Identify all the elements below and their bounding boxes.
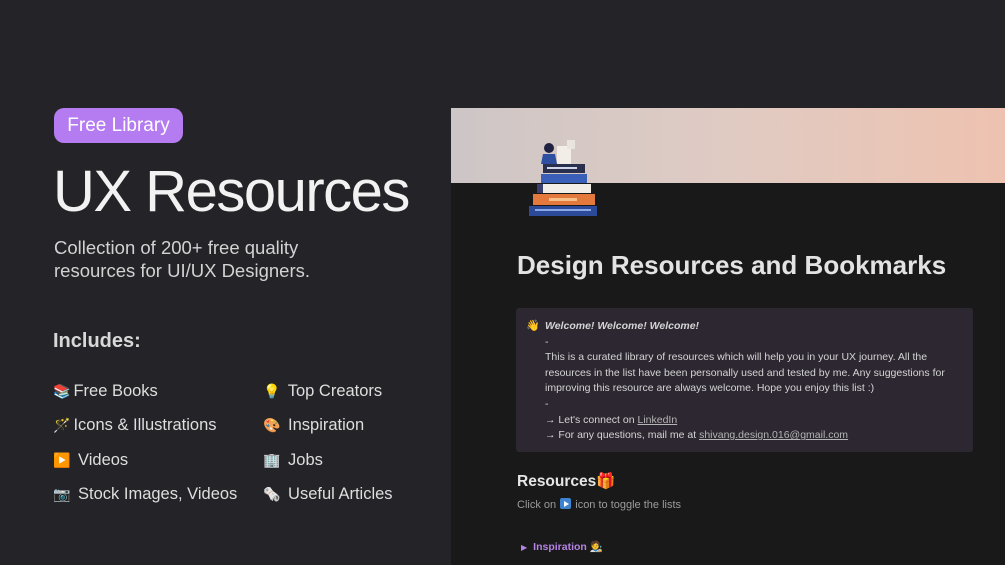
- free-library-badge: Free Library: [54, 108, 183, 143]
- gift-icon: 🎁: [596, 473, 616, 490]
- mail-prefix: → For any questions, mail me at: [545, 429, 700, 442]
- notion-page-preview: Design Resources and Bookmarks 👋 Welcome…: [451, 108, 1005, 565]
- callout-body-text: This is a curated library of resources w…: [545, 351, 945, 395]
- includes-item-label: Icons & Illustrations: [73, 416, 217, 434]
- includes-item: 🪄 Icons & Illustrations: [53, 416, 217, 435]
- welcome-callout: 👋 Welcome! Welcome! Welcome! - This is a…: [516, 308, 973, 452]
- includes-item: 🗞️ Useful Articles: [263, 485, 393, 504]
- page-title: Design Resources and Bookmarks: [517, 250, 947, 280]
- resources-heading-label: Resources: [517, 473, 597, 490]
- includes-item-label: Videos: [73, 451, 129, 469]
- toggle-label: Inspiration: [533, 541, 587, 553]
- hero-title: UX Resources: [53, 159, 410, 224]
- artist-icon: 🧑‍🎨: [589, 541, 603, 553]
- waving-hand-icon: 👋: [526, 320, 540, 332]
- linkedin-link[interactable]: LinkedIn: [637, 414, 677, 426]
- includes-item: 📚 Free Books: [53, 382, 158, 401]
- callout-text: Welcome! Welcome! Welcome! - This is a c…: [545, 319, 955, 444]
- includes-item-label: Top Creators: [283, 382, 383, 400]
- welcome-line: Welcome! Welcome! Welcome!: [545, 320, 700, 332]
- includes-item: 🎨 Inspiration: [263, 416, 364, 435]
- includes-item-label: Useful Articles: [283, 485, 393, 503]
- resources-heading: Resources🎁: [517, 472, 616, 491]
- camera-icon: 📷: [53, 486, 71, 502]
- divider-dash: -: [545, 335, 549, 348]
- lightbulb-icon: 💡: [263, 383, 281, 399]
- connect-prefix: → Let's connect on: [545, 413, 638, 426]
- hero-subtitle: Collection of 200+ free quality resource…: [54, 237, 311, 281]
- mail-line: → For any questions, mail me at shivang.…: [545, 428, 955, 444]
- includes-item-label: Inspiration: [283, 416, 365, 434]
- includes-item: 🏢 Jobs: [263, 451, 323, 470]
- includes-item-label: Free Books: [73, 382, 158, 400]
- connect-line: → Let's connect on LinkedIn: [545, 413, 955, 429]
- toggle-hint: Click on icon to toggle the lists: [517, 498, 681, 511]
- play-button-icon: [560, 498, 572, 509]
- includes-item-label: Jobs: [283, 451, 323, 469]
- email-link[interactable]: shivang.design.016@gmail.com: [699, 429, 848, 441]
- office-building-icon: 🏢: [263, 452, 281, 468]
- includes-item: 📷 Stock Images, Videos: [53, 485, 237, 504]
- palette-icon: 🎨: [263, 417, 281, 433]
- includes-heading: Includes:: [53, 330, 141, 352]
- includes-item-label: Stock Images, Videos: [73, 485, 238, 503]
- books-icon: 📚: [53, 383, 71, 399]
- toggle-triangle-icon[interactable]: ▶: [521, 543, 527, 552]
- toggle-inspiration[interactable]: ▶ Inspiration 🧑‍🎨: [521, 540, 603, 553]
- includes-item: ▶️ Videos: [53, 451, 128, 470]
- newspaper-icon: 🗞️: [263, 486, 281, 502]
- play-button-icon: ▶️: [53, 452, 71, 468]
- magic-wand-icon: 🪄: [53, 417, 71, 433]
- hint-suffix: icon to toggle the lists: [572, 499, 682, 511]
- hint-prefix: Click on: [517, 499, 560, 511]
- stack-of-books-icon: [529, 140, 597, 216]
- includes-item: 💡 Top Creators: [263, 382, 382, 401]
- divider-dash: -: [545, 397, 549, 410]
